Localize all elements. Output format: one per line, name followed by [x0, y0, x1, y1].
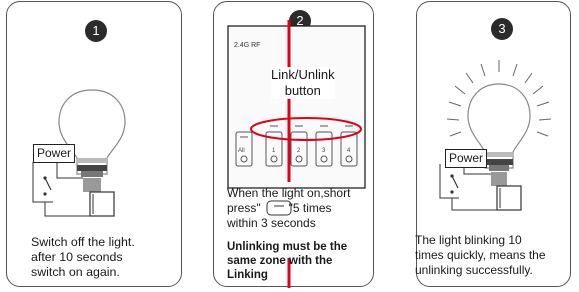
callout-line: button	[284, 83, 321, 98]
caption-line: times quickly, means the	[415, 248, 546, 262]
caption-line: Switch off the light.	[31, 235, 135, 249]
step-3-panel: 3 Power The light blinking 10 times quic…	[415, 1, 571, 287]
step-2-panel: 2 2.4G RF Link/Unlink button All 1 2 3 4…	[213, 1, 374, 288]
caption-line: after 10 seconds	[31, 250, 123, 264]
caption-line: When the light on,short	[227, 186, 351, 200]
step-2-warning: Unlinking must be the same zone with the…	[227, 240, 347, 282]
zone-label-all: All	[238, 148, 245, 154]
caption-line: switch on again.	[31, 265, 120, 279]
step-3-caption: The light blinking 10 times quickly, mea…	[415, 233, 577, 278]
step-2-caption: When the light on,short press" "5 times w…	[227, 186, 350, 231]
callout-line: Link/Unlink	[271, 67, 335, 82]
warning-line: same zone with the	[227, 255, 333, 267]
warning-line: Unlinking must be the	[227, 241, 348, 253]
link-unlink-callout: Link/Unlink button	[271, 67, 335, 99]
panel-brand: 2.4G RF	[234, 42, 261, 49]
zone-label-1: 1	[272, 148, 276, 154]
caption-line: The light blinking 10	[415, 233, 522, 247]
caption-line: press" "5 times	[227, 201, 332, 215]
zone-label-2: 2	[297, 148, 301, 154]
zone-label-3: 3	[322, 148, 326, 154]
power-label: Power	[445, 149, 488, 168]
power-label: Power	[33, 144, 76, 163]
warning-line: Linking	[227, 269, 268, 281]
step-1-caption: Switch off the light. after 10 seconds s…	[31, 235, 135, 280]
caption-line: unlinking successfully.	[415, 263, 533, 277]
caption-line: within 3 seconds	[227, 216, 316, 230]
zone-label-4: 4	[347, 148, 351, 154]
step-1-panel: 1 Power Switch off the light. after 10 s…	[6, 1, 182, 287]
